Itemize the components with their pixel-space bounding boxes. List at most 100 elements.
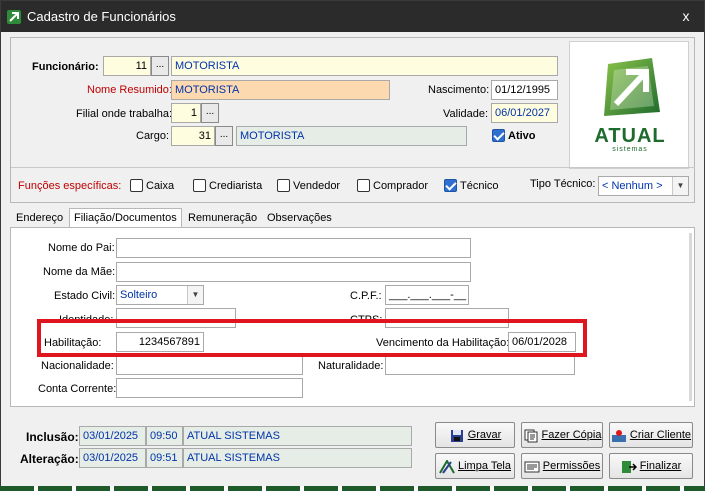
comprador-checkbox[interactable] (357, 179, 370, 192)
cargo-label: Cargo: (136, 130, 170, 142)
inclusao-date-field: 03/01/2025 (79, 426, 146, 446)
vendedor-label: Vendedor (293, 180, 341, 192)
filial-field[interactable]: 1 (171, 103, 201, 123)
nome-pai-label: Nome do Pai: (48, 242, 115, 254)
nome-mae-label: Nome da Mãe: (43, 266, 116, 278)
tecnico-checkbox[interactable] (444, 179, 457, 192)
gravar-label: Gravar (467, 429, 502, 441)
ctps-label: CTPS: (350, 314, 383, 326)
vendedor-checkbox[interactable] (277, 179, 290, 192)
alteracao-date-field: 03/01/2025 (79, 448, 146, 468)
validade-field[interactable]: 06/01/2027 (491, 103, 558, 123)
filial-label: Filial onde trabalha: (76, 108, 173, 120)
tecnico-label: Técnico (460, 180, 499, 192)
finalizar-button[interactable]: Finalizar (609, 453, 693, 479)
identidade-label: Identidade: (59, 314, 114, 326)
criar-cliente-label: Criar Cliente (629, 429, 692, 441)
permissoes-button[interactable]: Permissões (521, 453, 603, 479)
nome-pai-field[interactable] (116, 238, 471, 258)
logo-mark-icon (604, 58, 660, 116)
tab-endereco[interactable]: Endereço (16, 212, 63, 224)
ctps-field[interactable] (385, 308, 509, 328)
tab-remuneracao[interactable]: Remuneração (188, 212, 257, 224)
nascimento-field[interactable]: 01/12/1995 (491, 80, 558, 100)
alteracao-label: Alteração: (20, 452, 79, 466)
filial-lookup-button[interactable]: ... (201, 103, 219, 123)
nome-resumido-label: Nome Resumido: (87, 84, 172, 96)
cpf-label: C.P.F.: (350, 290, 382, 302)
nascimento-label: Nascimento: (428, 84, 490, 96)
employee-window: Cadastro de Funcionários x Funcionário: … (0, 0, 705, 491)
inclusao-user-field: ATUAL SISTEMAS (183, 426, 412, 446)
funcionario-name-field[interactable]: MOTORISTA (171, 56, 558, 76)
comprador-label: Comprador (373, 180, 429, 192)
nacionalidade-label: Nacionalidade: (41, 360, 114, 372)
estado-civil-select[interactable]: Solteiro ▼ (116, 285, 204, 305)
save-icon (449, 428, 465, 443)
cpf-field[interactable]: ___.___.___-__ (385, 285, 469, 305)
ativo-label: Ativo (508, 130, 536, 142)
validade-label: Validade: (443, 108, 489, 120)
atual-logo: ATUAL sistemas (569, 41, 689, 169)
fazer-copia-label: Fazer Cópia (541, 429, 602, 441)
crediarista-label: Crediarista (209, 180, 263, 192)
tipo-tecnico-value: < Nenhum > (602, 180, 663, 192)
nome-mae-field[interactable] (116, 262, 471, 282)
cargo-name-field: MOTORISTA (236, 126, 467, 146)
fazer-copia-button[interactable]: Fazer Cópia (521, 422, 603, 448)
chevron-down-icon: ▼ (672, 177, 688, 195)
habilitacao-label: Habilitação: (44, 337, 102, 349)
limpa-tela-button[interactable]: Limpa Tela (435, 453, 515, 479)
customer-icon (611, 428, 627, 443)
inclusao-label: Inclusão: (26, 430, 79, 444)
tab-observacoes[interactable]: Observações (267, 212, 332, 224)
header-separator (11, 167, 695, 168)
vencimento-habilitacao-label: Vencimento da Habilitação: (376, 337, 510, 349)
funcionario-lookup-button[interactable]: ... (151, 56, 169, 76)
vencimento-habilitacao-field[interactable]: 06/01/2028 (508, 332, 576, 352)
criar-cliente-button[interactable]: Criar Cliente (609, 422, 693, 448)
nacionalidade-field[interactable] (116, 355, 303, 375)
tipo-tecnico-select[interactable]: < Nenhum > ▼ (598, 176, 689, 196)
caixa-label: Caixa (146, 180, 175, 192)
conta-corrente-field[interactable] (116, 378, 303, 398)
crediarista-checkbox[interactable] (193, 179, 206, 192)
tab-filiacao-documentos[interactable]: Filiação/Documentos (69, 208, 182, 229)
cargo-code-field[interactable]: 31 (171, 126, 215, 146)
funcionario-code-field[interactable]: 11 (103, 56, 151, 76)
caixa-checkbox[interactable] (130, 179, 143, 192)
conta-corrente-label: Conta Corrente: (38, 383, 117, 395)
taskbar-stripe (0, 486, 705, 491)
title-bar: Cadastro de Funcionários x (1, 1, 704, 32)
estado-civil-value: Solteiro (120, 289, 158, 301)
inclusao-time-field: 09:50 (146, 426, 183, 446)
app-icon (7, 10, 21, 24)
close-icon[interactable]: x (678, 7, 694, 25)
alteracao-time-field: 09:51 (146, 448, 183, 468)
finalizar-label: Finalizar (639, 460, 682, 472)
funcoes-label: Funções específicas: (18, 180, 122, 192)
limpa-tela-label: Limpa Tela (458, 460, 511, 472)
habilitacao-field[interactable]: 1234567891 (116, 332, 204, 352)
nome-resumido-field[interactable]: MOTORISTA (171, 80, 390, 100)
clear-icon (439, 459, 455, 474)
estado-civil-label: Estado Civil: (54, 290, 116, 302)
permissions-icon (524, 459, 540, 473)
tab-page-scrollbar[interactable] (689, 233, 692, 401)
permissoes-label: Permissões (542, 460, 601, 472)
funcionario-label: Funcionário: (32, 61, 99, 73)
tipo-tecnico-label: Tipo Técnico: (530, 178, 596, 190)
copy-icon (523, 428, 539, 443)
identidade-field[interactable] (116, 308, 236, 328)
alteracao-user-field: ATUAL SISTEMAS (183, 448, 412, 468)
naturalidade-field[interactable] (385, 355, 575, 375)
ativo-checkbox[interactable] (492, 129, 505, 142)
chevron-down-icon: ▼ (187, 286, 203, 304)
gravar-button[interactable]: Gravar (435, 422, 515, 448)
exit-icon (621, 459, 637, 474)
naturalidade-label: Naturalidade: (318, 360, 384, 372)
logo-sub-text: sistemas (612, 146, 648, 153)
window-title: Cadastro de Funcionários (27, 9, 176, 24)
logo-brand-text: ATUAL (594, 125, 666, 147)
cargo-lookup-button[interactable]: ... (215, 126, 233, 146)
